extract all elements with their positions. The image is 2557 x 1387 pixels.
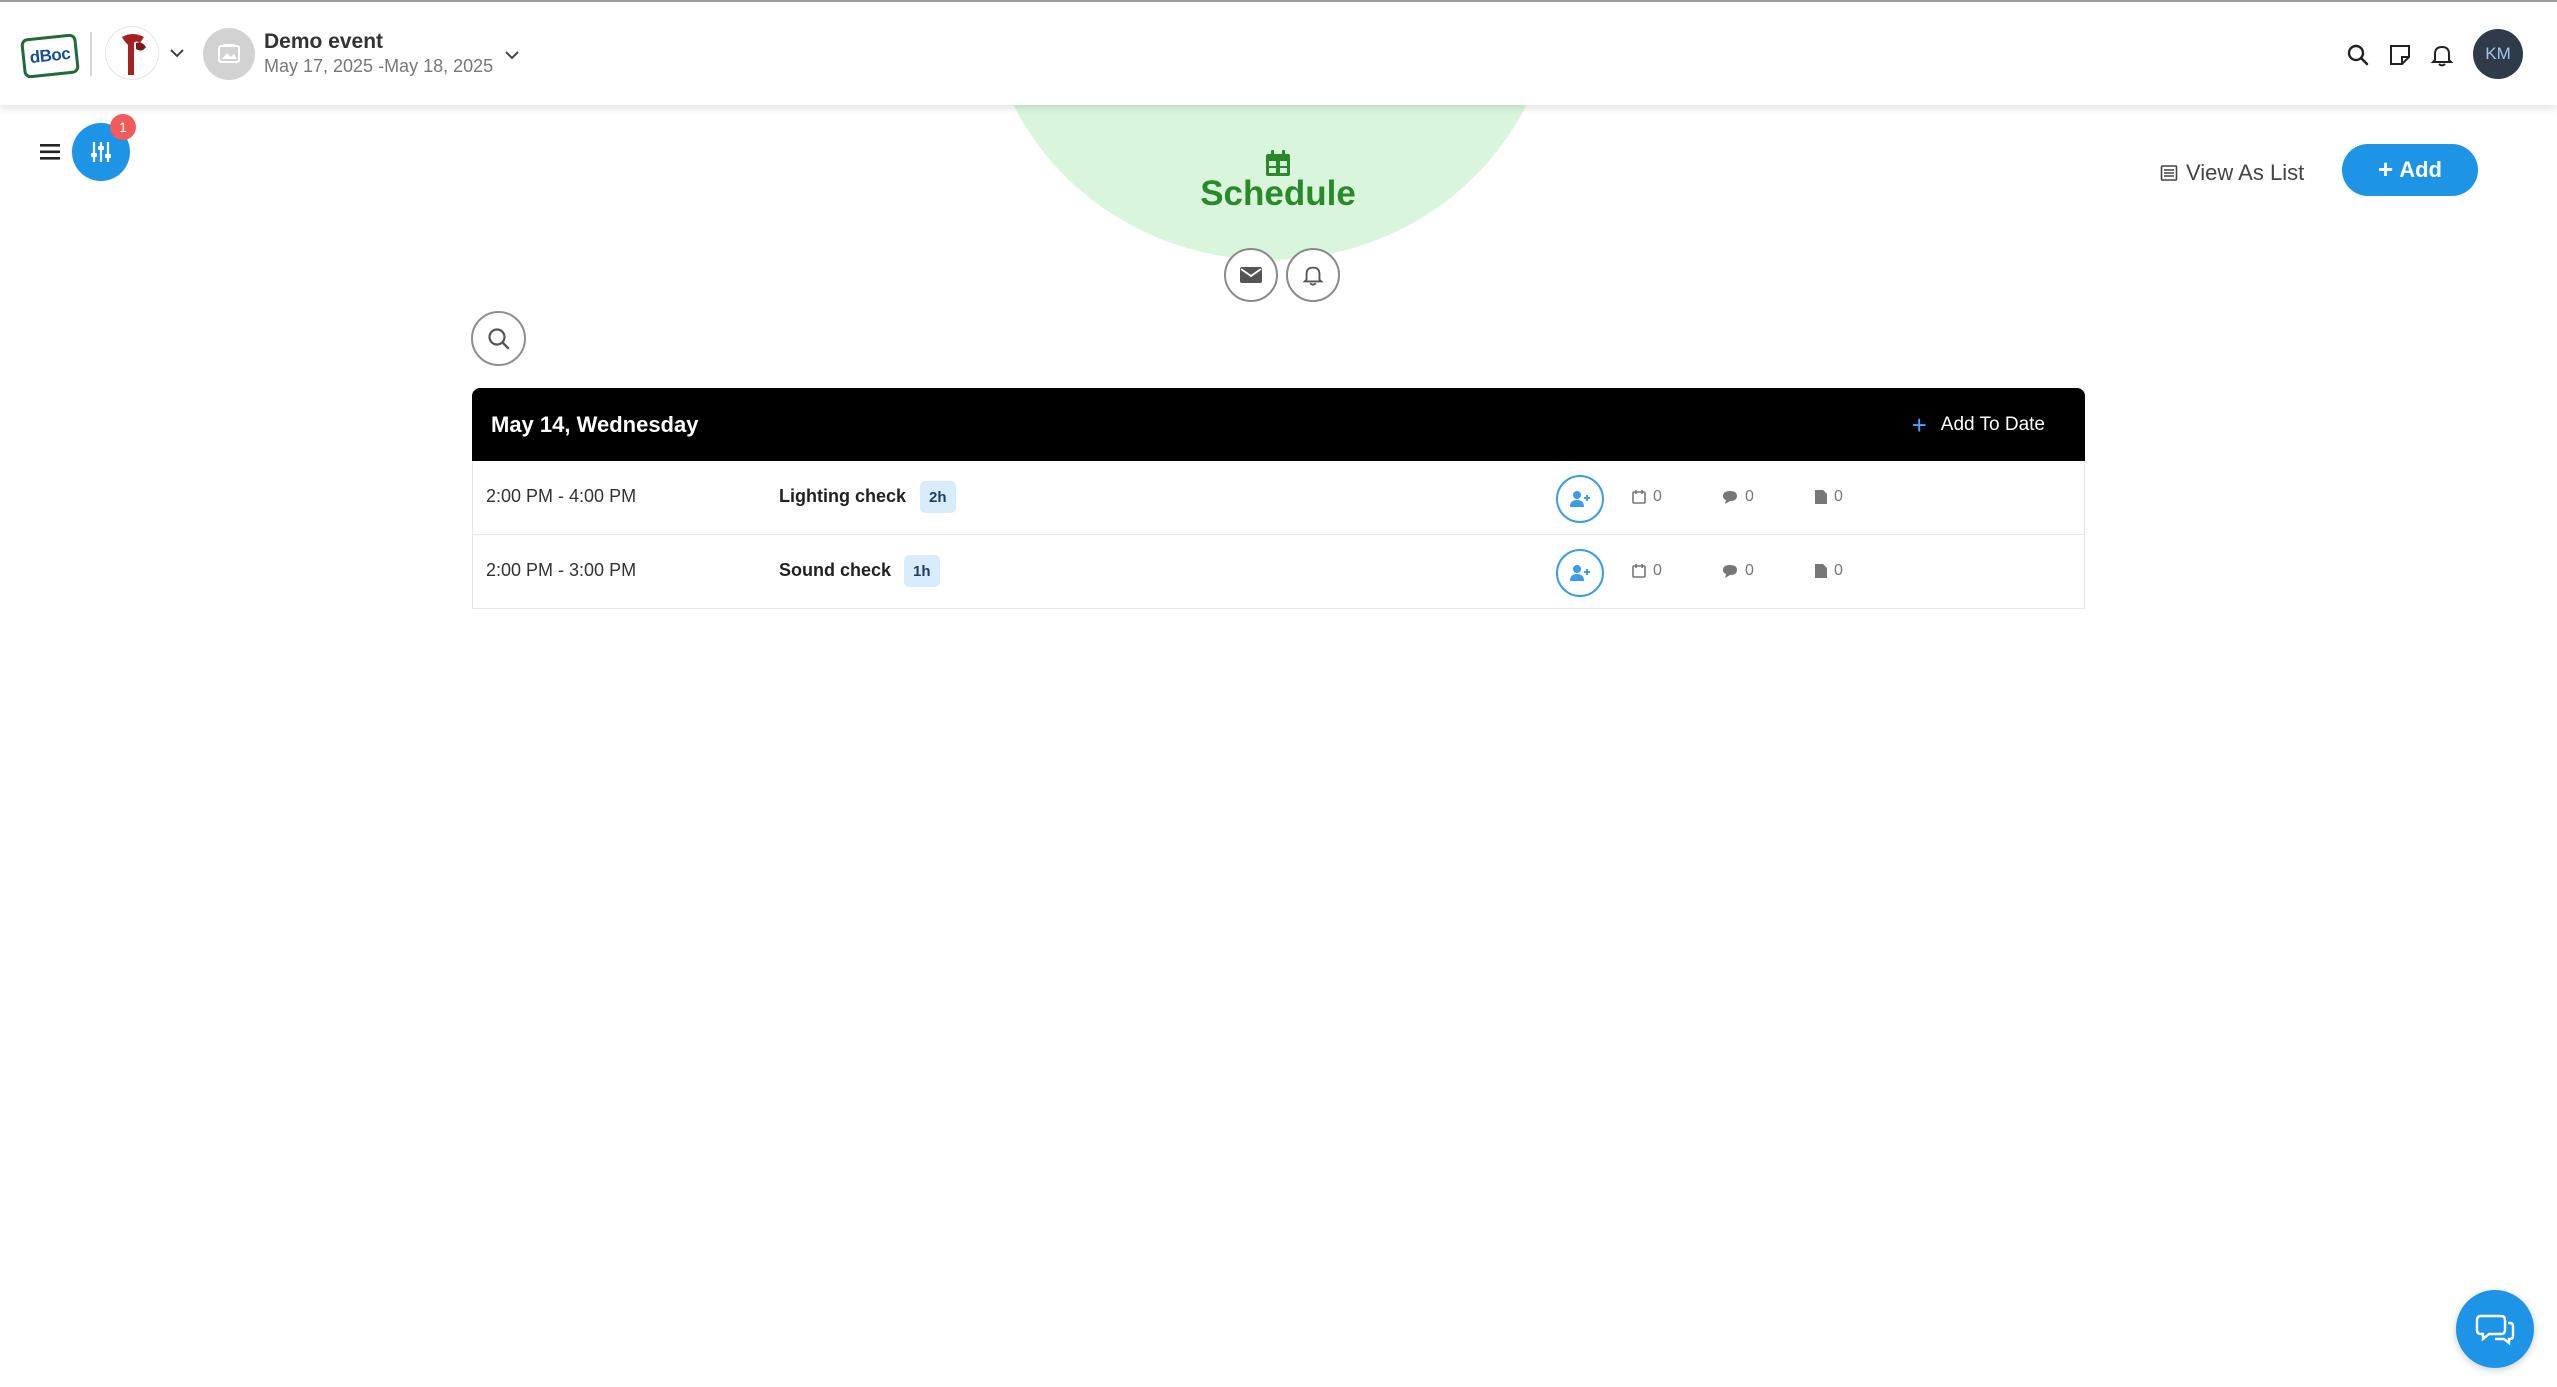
comments-stat[interactable]: 0 xyxy=(1721,562,1754,580)
plus-icon: + xyxy=(2378,154,2394,184)
chevron-down-icon[interactable] xyxy=(503,46,521,64)
assign-user-button[interactable] xyxy=(1556,549,1604,597)
calendar-icon xyxy=(1632,564,1646,578)
dates-stat[interactable]: 0 xyxy=(1631,562,1662,580)
user-plus-icon xyxy=(1570,565,1590,581)
app-logo-text: dBoc xyxy=(28,43,72,68)
app-logo[interactable]: dBoc xyxy=(20,33,80,79)
menu-icon[interactable] xyxy=(38,141,62,163)
calendar-icon xyxy=(1632,490,1646,504)
row-time: 2:00 PM - 3:00 PM xyxy=(486,560,637,580)
file-icon xyxy=(1815,490,1827,504)
schedule-row[interactable]: 2:00 PM - 4:00 PM Lighting check 2h 0 0 … xyxy=(472,461,2085,535)
envelope-icon xyxy=(1240,267,1262,283)
schedule-page: dBoc Demo event May 17, 2025 -May 18, 20… xyxy=(0,0,2557,1387)
schedule-row[interactable]: 2:00 PM - 3:00 PM Sound check 1h 0 0 0 xyxy=(472,535,2085,609)
bell-icon[interactable] xyxy=(2429,42,2455,68)
duration-badge: 1h xyxy=(904,555,940,587)
schedule-search-button[interactable] xyxy=(471,311,526,366)
top-bar: dBoc Demo event May 17, 2025 -May 18, 20… xyxy=(0,0,2557,105)
row-time: 2:00 PM - 4:00 PM xyxy=(486,486,637,506)
logo-divider xyxy=(90,32,92,76)
chevron-down-icon[interactable] xyxy=(168,44,186,62)
row-title[interactable]: Sound check xyxy=(779,560,891,581)
comments-stat[interactable]: 0 xyxy=(1721,488,1754,506)
chat-button[interactable] xyxy=(2456,1290,2534,1368)
day-header: May 14, Wednesday + Add To Date xyxy=(472,388,2085,461)
page-title: Schedule xyxy=(1200,174,1356,213)
view-as-list-button[interactable]: View As List xyxy=(2160,160,2304,186)
event-dates: May 17, 2025 -May 18, 2025 xyxy=(264,56,494,76)
files-count: 0 xyxy=(1834,562,1843,579)
dates-count: 0 xyxy=(1653,562,1662,579)
view-as-list-label: View As List xyxy=(2186,160,2305,185)
add-button-label: Add xyxy=(2399,157,2442,182)
row-title[interactable]: Lighting check xyxy=(779,486,906,507)
filter-count-badge: 1 xyxy=(110,114,136,140)
dates-stat[interactable]: 0 xyxy=(1631,488,1662,506)
schedule-day: May 14, Wednesday + Add To Date 2:00 PM … xyxy=(472,388,2085,609)
comment-icon xyxy=(1723,491,1737,504)
add-to-date-label: Add To Date xyxy=(1940,413,2045,435)
bell-icon xyxy=(1302,266,1324,286)
event-avatar[interactable] xyxy=(203,28,255,80)
organization-logo-icon xyxy=(122,34,146,75)
day-title: May 14, Wednesday xyxy=(491,411,699,437)
user-avatar[interactable]: KM xyxy=(2473,29,2523,79)
plus-icon: + xyxy=(1911,409,1927,440)
files-stat[interactable]: 0 xyxy=(1814,562,1843,580)
add-button[interactable]: + Add xyxy=(2342,144,2478,196)
files-stat[interactable]: 0 xyxy=(1814,488,1843,506)
comments-count: 0 xyxy=(1745,562,1754,579)
list-icon xyxy=(2160,165,2178,181)
dates-count: 0 xyxy=(1653,488,1662,505)
files-count: 0 xyxy=(1834,488,1843,505)
search-icon xyxy=(487,327,509,349)
duration-badge: 2h xyxy=(920,481,956,513)
email-button[interactable] xyxy=(1224,248,1278,302)
sticky-note-icon[interactable] xyxy=(2387,42,2413,68)
assign-user-button[interactable] xyxy=(1556,475,1604,523)
comment-icon xyxy=(1723,565,1737,578)
user-initials: KM xyxy=(2485,44,2511,63)
sliders-icon xyxy=(91,142,111,162)
organization-avatar[interactable] xyxy=(105,26,159,80)
chat-bubbles-icon xyxy=(2475,1314,2515,1346)
notify-button[interactable] xyxy=(1286,248,1340,302)
comments-count: 0 xyxy=(1745,488,1754,505)
event-name[interactable]: Demo event xyxy=(264,30,383,54)
search-icon[interactable] xyxy=(2345,42,2371,68)
image-placeholder-icon xyxy=(218,44,240,63)
file-icon xyxy=(1815,564,1827,578)
user-plus-icon xyxy=(1570,491,1590,507)
add-to-date-button[interactable]: + Add To Date xyxy=(1912,412,2045,438)
